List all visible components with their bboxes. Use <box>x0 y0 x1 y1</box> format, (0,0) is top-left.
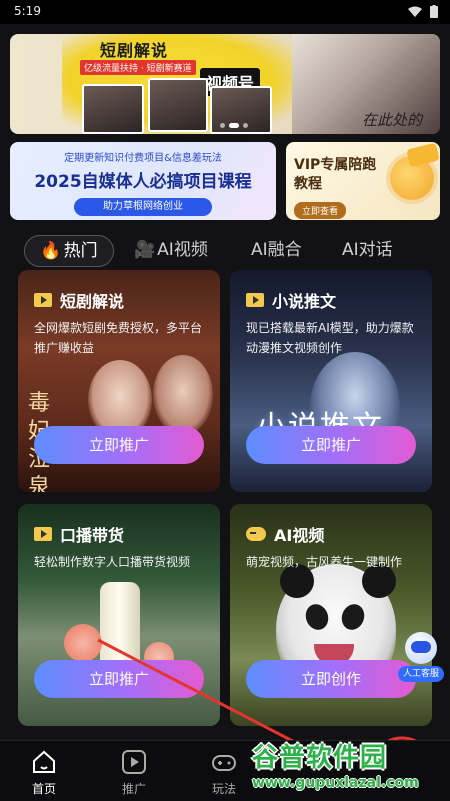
course-card[interactable]: 定期更新知识付费项目&信息差玩法 2025自媒体人必搞项目课程 助力草根网络创业 <box>10 142 276 220</box>
card-title: 短剧解说 <box>34 288 124 312</box>
banner-headline: 短剧解说 <box>100 41 169 60</box>
gamepad-icon <box>212 755 236 771</box>
card-title: AI视频 <box>246 522 324 546</box>
card-description: 轻松制作数字人口播带货视频 <box>34 555 191 569</box>
promote-button[interactable]: 立即推广 <box>34 660 204 698</box>
status-bar: 5:19 <box>0 0 450 24</box>
banner-pagination <box>220 123 248 128</box>
status-time: 5:19 <box>14 4 41 18</box>
vip-title: VIP专属陪跑教程 <box>294 157 377 192</box>
tab-hot[interactable]: 🔥 热门 <box>24 235 114 267</box>
card-description: 现已搭载最新AI模型，助力爆款动漫推文视频创作 <box>246 321 414 355</box>
camera-icon: 🎥 <box>134 240 156 260</box>
card-title: 小说推文 <box>246 288 336 312</box>
customer-service-label: 人工客服 <box>398 666 444 682</box>
play-icon <box>122 750 146 774</box>
card-description: 全网爆款短剧免费授权，多平台推广赚收益 <box>34 321 203 355</box>
feature-card-ai-video[interactable]: AI视频 萌宠视频，古风养生一键制作 立即创作 <box>230 504 432 726</box>
card-description: 萌宠视频，古风养生一键制作 <box>246 555 403 569</box>
fire-icon: 🔥 <box>40 241 62 261</box>
feature-card-novel-promo[interactable]: 小说推文 小说推文 现已搭载最新AI模型，助力爆款动漫推文视频创作 立即推广 <box>230 270 432 492</box>
home-icon <box>33 750 55 773</box>
video-icon <box>34 527 52 541</box>
watermark-brand: 谷普软件园 <box>252 743 388 773</box>
banner-poster: 在此处的 <box>292 34 440 134</box>
vip-view-button[interactable]: 立即查看 <box>294 202 347 219</box>
banner-tag: 亿级流量扶持 · 短剧新赛道 <box>80 60 196 75</box>
watermark: 谷普软件园 www.gupuxlazal.com <box>246 737 450 800</box>
battery-icon <box>430 5 438 18</box>
tab-ai-video[interactable]: 🎥 AI视频 <box>134 235 208 265</box>
promo-banner[interactable]: 短剧解说 亿级流量扶持 · 短剧新赛道 视频号 在此处的 <box>10 34 440 134</box>
category-tabs: 🔥 热门 🎥 AI视频 AI融合 AI对话 <box>0 232 450 268</box>
wifi-icon <box>408 6 422 17</box>
status-icons <box>408 5 438 18</box>
promote-button[interactable]: 立即推广 <box>246 426 416 464</box>
feature-card-short-drama[interactable]: 毒妃泣泉 短剧解说 全网爆款短剧免费授权，多平台推广赚收益 立即推广 <box>18 270 220 492</box>
video-icon <box>246 293 264 307</box>
tab-ai-chat[interactable]: AI对话 <box>342 235 393 265</box>
feature-card-live-sales[interactable]: 口播带货 轻松制作数字人口播带货视频 立即推广 <box>18 504 220 726</box>
banner-photo <box>148 78 208 132</box>
nav-play[interactable]: 玩法 <box>194 749 254 797</box>
course-footer: 助力草根网络创业 <box>74 198 212 216</box>
gamepad-icon <box>246 527 266 541</box>
watermark-url: www.gupuxlazal.com <box>252 775 419 791</box>
video-icon <box>34 293 52 307</box>
nav-home[interactable]: 首页 <box>14 749 74 797</box>
trophy-lid-icon <box>406 142 440 168</box>
banner-photo <box>82 84 144 134</box>
course-title: 2025自媒体人必搞项目课程 <box>34 172 252 192</box>
promote-button[interactable]: 立即推广 <box>34 426 204 464</box>
vip-card[interactable]: VIP专属陪跑教程 立即查看 <box>286 142 440 220</box>
customer-service-button[interactable]: 人工客服 <box>398 632 444 684</box>
card-title: 口播带货 <box>34 522 124 546</box>
banner-poster-text: 在此处的 <box>361 111 422 129</box>
nav-promote[interactable]: 推广 <box>104 749 164 797</box>
course-subtitle: 定期更新知识付费项目&信息差玩法 <box>64 153 222 164</box>
create-button[interactable]: 立即创作 <box>246 660 416 698</box>
tab-ai-fusion[interactable]: AI融合 <box>251 235 302 265</box>
